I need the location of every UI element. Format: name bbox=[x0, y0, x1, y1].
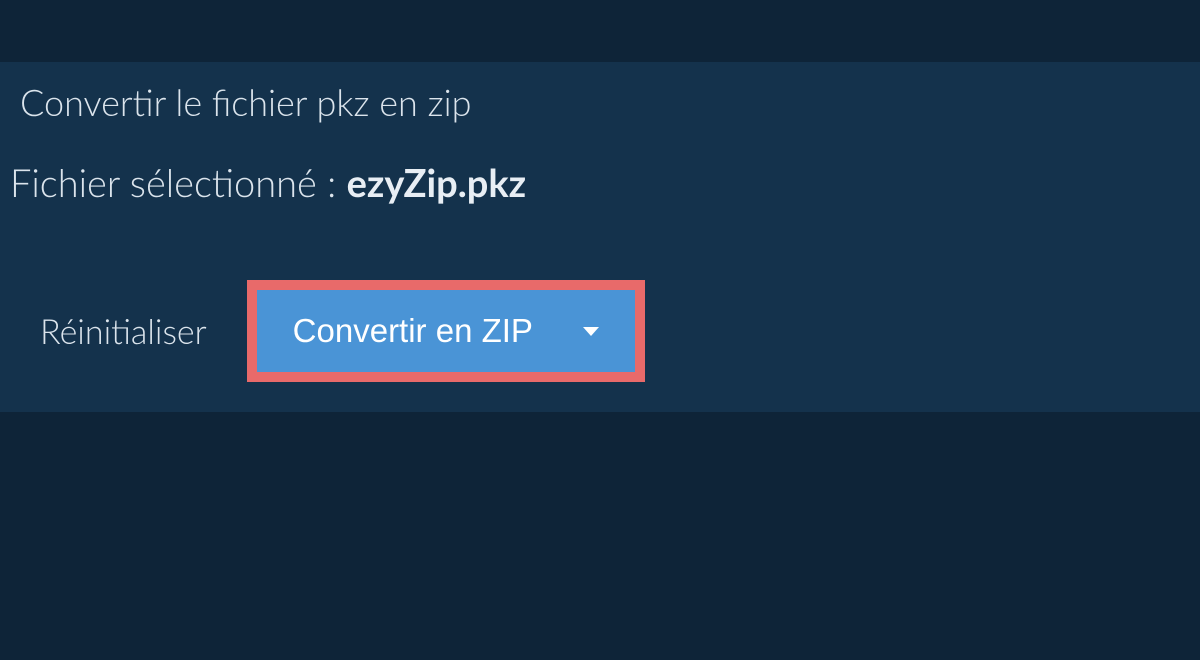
tab-convert-pkz-zip[interactable]: Convertir le fichier pkz en zip bbox=[0, 62, 499, 142]
convert-button-label: Convertir en ZIP bbox=[293, 312, 533, 350]
actions-row: Réinitialiser Convertir en ZIP bbox=[40, 280, 645, 382]
convert-to-zip-button[interactable]: Convertir en ZIP bbox=[257, 290, 635, 372]
chevron-down-icon bbox=[583, 327, 599, 336]
tab-title: Convertir le fichier pkz en zip bbox=[20, 80, 471, 124]
selected-file-line: Fichier sélectionné : ezyZip.pkz bbox=[10, 160, 526, 206]
selected-file-label: Fichier sélectionné : bbox=[10, 160, 347, 206]
selected-filename: ezyZip.pkz bbox=[347, 160, 527, 206]
convert-button-highlight: Convertir en ZIP bbox=[247, 280, 645, 382]
reset-button[interactable]: Réinitialiser bbox=[40, 311, 207, 352]
